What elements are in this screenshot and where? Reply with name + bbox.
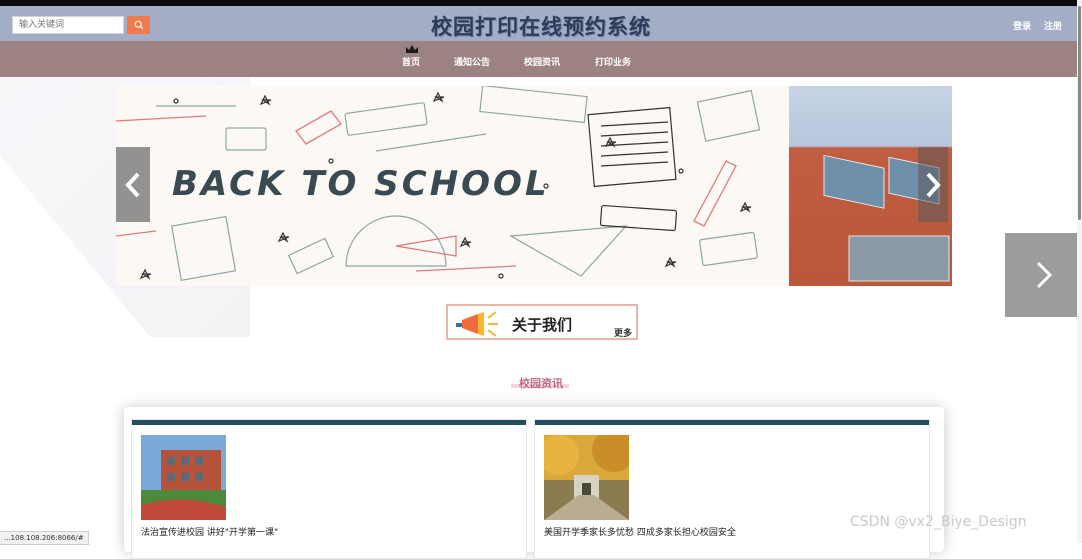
news-card-bar [535,420,929,425]
carousel-prev-button[interactable] [116,147,150,222]
nav-item-home[interactable]: 首页 [402,55,420,68]
watermark: CSDN @vx2_Biye_Design [850,514,1027,530]
news-section-title: 校园资讯 [519,377,563,390]
site-header: 校园打印在线预约系统 登录 注册 [0,6,1082,41]
scrollbar-thumb[interactable] [1078,6,1081,220]
nav-item-notice[interactable]: 通知公告 [454,55,490,68]
crown-icon [406,45,418,53]
news-card[interactable]: 法治宣传进校园 讲好"开学第一课" [131,419,527,559]
megaphone-icon [456,311,498,337]
nav-item-news[interactable]: 校园资讯 [524,55,560,68]
auth-links: 登录 注册 [1003,19,1062,32]
nav-item-print[interactable]: 打印业务 [595,55,631,68]
login-link[interactable]: 登录 [1013,22,1031,32]
about-us-banner[interactable]: 关于我们 更多 [446,304,638,340]
main-nav: 首页 通知公告 校园资讯 打印业务 [0,41,1082,77]
chevron-left-icon [125,172,140,197]
banner-carousel[interactable]: BACK TO SCHOOL [116,86,952,286]
carousel-next-button[interactable] [918,147,948,222]
news-caption[interactable]: 美国开学季家长多忧愁 四成多家长担心校园安全 [544,525,736,538]
banner-text: BACK TO SCHOOL [172,164,550,204]
news-caption[interactable]: 法治宣传进校园 讲好"开学第一课" [141,525,278,538]
site-title: 校园打印在线预约系统 [431,15,651,39]
side-next-button[interactable] [1005,233,1082,317]
chevron-right-icon [926,172,941,197]
about-more-link[interactable]: 更多 [614,326,632,339]
news-card[interactable]: 美国开学季家长多忧愁 四成多家长担心校园安全 [534,419,930,559]
register-link[interactable]: 注册 [1044,22,1062,32]
chevron-right-icon [1036,261,1052,289]
news-panel: 法治宣传进校园 讲好"开学第一课" 美国开学季家长多忧愁 四成多家长担心校园安全 [124,407,944,559]
news-image[interactable] [544,435,629,520]
news-image[interactable] [141,435,226,520]
about-us-title: 关于我们 [512,316,573,334]
news-card-bar [132,420,526,425]
